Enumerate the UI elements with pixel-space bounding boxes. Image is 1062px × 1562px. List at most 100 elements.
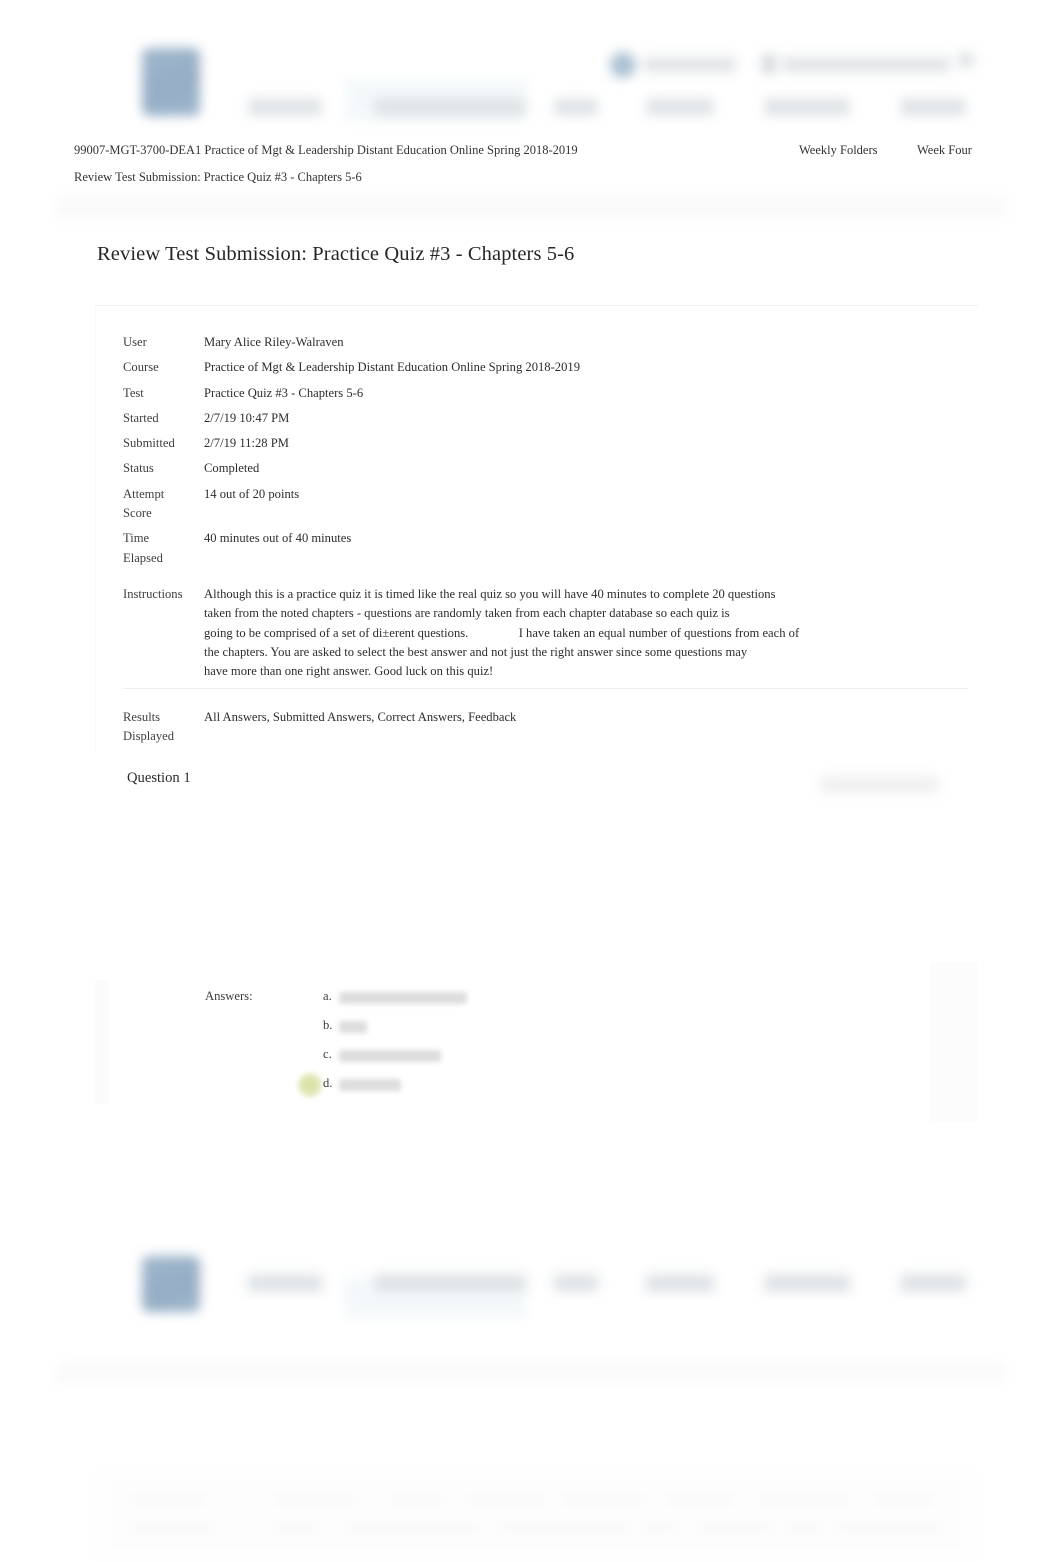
bottom-card-line [837, 1523, 941, 1532]
bottom-card-line [697, 1523, 771, 1532]
institution-logo-icon-footer[interactable] [142, 1256, 200, 1312]
info-key-time-elapsed: Time Elapsed [123, 529, 204, 585]
institution-logo-icon[interactable] [142, 48, 200, 116]
institution-name-label [782, 57, 950, 72]
attempt-score-key-line-1: Attempt [123, 486, 165, 501]
answer-option-text-redacted [339, 1021, 367, 1033]
footer-navbar[interactable] [0, 1216, 1062, 1318]
time-elapsed-key-line-2: Elapsed [123, 550, 163, 565]
user-name-label[interactable] [644, 57, 736, 72]
bottom-card-line [467, 1495, 545, 1504]
nav-item-4[interactable] [646, 98, 714, 116]
footer-nav-item-4[interactable] [646, 1274, 714, 1292]
question-heading: Question 1 [127, 770, 191, 786]
bottom-card-line [131, 1523, 213, 1532]
footer-nav-item-6[interactable] [900, 1274, 966, 1292]
footer-nav-item-1[interactable] [248, 1274, 322, 1292]
submission-info-table: User Mary Alice Riley-Walraven Course Pr… [123, 333, 968, 687]
navbar-links [248, 98, 978, 124]
info-value-instructions: Although this is a practice quiz it is t… [204, 585, 968, 687]
time-elapsed-key-line-1: Time [123, 531, 150, 546]
table-row: Started 2/7/19 10:47 PM [123, 409, 968, 434]
question-points-badge [820, 778, 938, 791]
bottom-card-line [273, 1495, 355, 1504]
table-row: User Mary Alice Riley-Walraven [123, 333, 968, 358]
info-divider [123, 688, 968, 689]
info-value-time-elapsed: 40 minutes out of 40 minutes [204, 531, 352, 546]
answer-letter: d. [323, 1076, 333, 1090]
footer-navbar-links [248, 1274, 978, 1300]
info-value-attempt-score: 14 out of 20 points [204, 486, 300, 501]
bottom-card-line [347, 1523, 481, 1532]
breadcrumb-weekly-folders[interactable]: Weekly Folders [799, 137, 878, 164]
info-key: Test [123, 385, 144, 400]
footer-nav-item-2[interactable] [374, 1274, 526, 1292]
answer-letter: b. [323, 1018, 333, 1032]
bottom-card-line [561, 1495, 645, 1504]
answer-option-d[interactable]: d. [297, 1072, 723, 1105]
breadcrumb: 99007-MGT-3700-DEA1 Practice of Mgt & Le… [74, 137, 994, 191]
breadcrumb-current: Review Test Submission: Practice Quiz #3… [74, 170, 362, 184]
top-navbar[interactable] [0, 0, 1062, 122]
answer-option-c[interactable]: c. [323, 1047, 723, 1076]
page-title: Review Test Submission: Practice Quiz #3… [97, 243, 575, 265]
info-value: Practice Quiz #3 - Chapters 5-6 [204, 385, 364, 400]
footer-nav-item-3[interactable] [554, 1274, 598, 1292]
answer-option-text-redacted [339, 992, 467, 1004]
nav-item-6[interactable] [900, 98, 966, 116]
results-displayed-key-line-1: Results [123, 710, 161, 724]
table-row-results-displayed: Results Displayed All Answers, Submitted… [123, 708, 968, 753]
instructions-line: going to be comprised of a set of di±ere… [204, 625, 800, 640]
results-displayed-key-line-2: Displayed [123, 729, 175, 744]
info-key-instructions: Instructions [123, 586, 183, 601]
instructions-line: the chapters. You are asked to select th… [204, 644, 748, 659]
info-key: Submitted [123, 436, 175, 451]
table-row: Submitted 2/7/19 11:28 PM [123, 434, 968, 459]
bottom-card-line [131, 1495, 207, 1504]
global-search-input[interactable] [345, 80, 527, 122]
nav-item-1[interactable] [248, 98, 322, 116]
bottom-card-line [643, 1523, 675, 1532]
info-value: Practice of Mgt & Leadership Distant Edu… [204, 360, 580, 375]
instructions-line: Although this is a practice quiz it is t… [204, 586, 776, 601]
info-value: 2/7/19 11:28 PM [204, 436, 289, 451]
info-value: Mary Alice Riley-Walraven [204, 335, 344, 349]
submission-info-card: User Mary Alice Riley-Walraven Course Pr… [95, 305, 978, 751]
answer-letter: c. [323, 1047, 332, 1061]
answer-option-b[interactable]: b. [323, 1018, 723, 1047]
bottom-content-card [95, 1468, 977, 1562]
table-row-instructions: Instructions Although this is a practice… [123, 585, 968, 687]
correct-answer-marker-icon [297, 1072, 323, 1098]
bottom-card-line [665, 1495, 735, 1504]
bottom-card-line [273, 1523, 317, 1532]
breadcrumb-course[interactable]: 99007-MGT-3700-DEA1 Practice of Mgt & Le… [74, 137, 578, 164]
answer-option-text-redacted [339, 1079, 401, 1091]
avatar[interactable] [610, 52, 636, 78]
table-row: Status Completed [123, 459, 968, 484]
instructions-line: taken from the noted chapters - question… [204, 606, 730, 621]
answer-letter: a. [323, 989, 332, 1003]
notifications-icon[interactable] [762, 54, 776, 74]
info-value: 2/7/19 10:47 PM [204, 410, 290, 425]
info-key-results-displayed: Results Displayed [123, 708, 204, 753]
chevron-down-icon[interactable] [958, 52, 974, 68]
bottom-card-line [391, 1495, 443, 1504]
nav-item-2[interactable] [374, 98, 526, 116]
bottom-card-line [873, 1495, 935, 1504]
global-search-input-footer[interactable] [345, 1278, 527, 1318]
nav-item-3[interactable] [554, 98, 598, 116]
info-key: Status [123, 461, 154, 476]
bottom-card-line [501, 1523, 629, 1532]
nav-item-5[interactable] [764, 98, 850, 116]
info-value-results-displayed: All Answers, Submitted Answers, Correct … [204, 710, 517, 724]
answers-options-list: a. b. c. d. [297, 989, 723, 1105]
info-key: User [123, 335, 147, 349]
table-row: Course Practice of Mgt & Leadership Dist… [123, 358, 968, 383]
footer-divider-band [56, 1362, 1006, 1384]
answer-option-a[interactable]: a. [323, 989, 723, 1018]
footer-nav-item-5[interactable] [764, 1274, 850, 1292]
breadcrumb-week-four[interactable]: Week Four [917, 137, 972, 164]
instructions-line: have more than one right answer. Good lu… [204, 664, 494, 679]
bottom-card-line [787, 1523, 821, 1532]
table-row-time-elapsed: Time Elapsed 40 minutes out of 40 minute… [123, 529, 968, 585]
